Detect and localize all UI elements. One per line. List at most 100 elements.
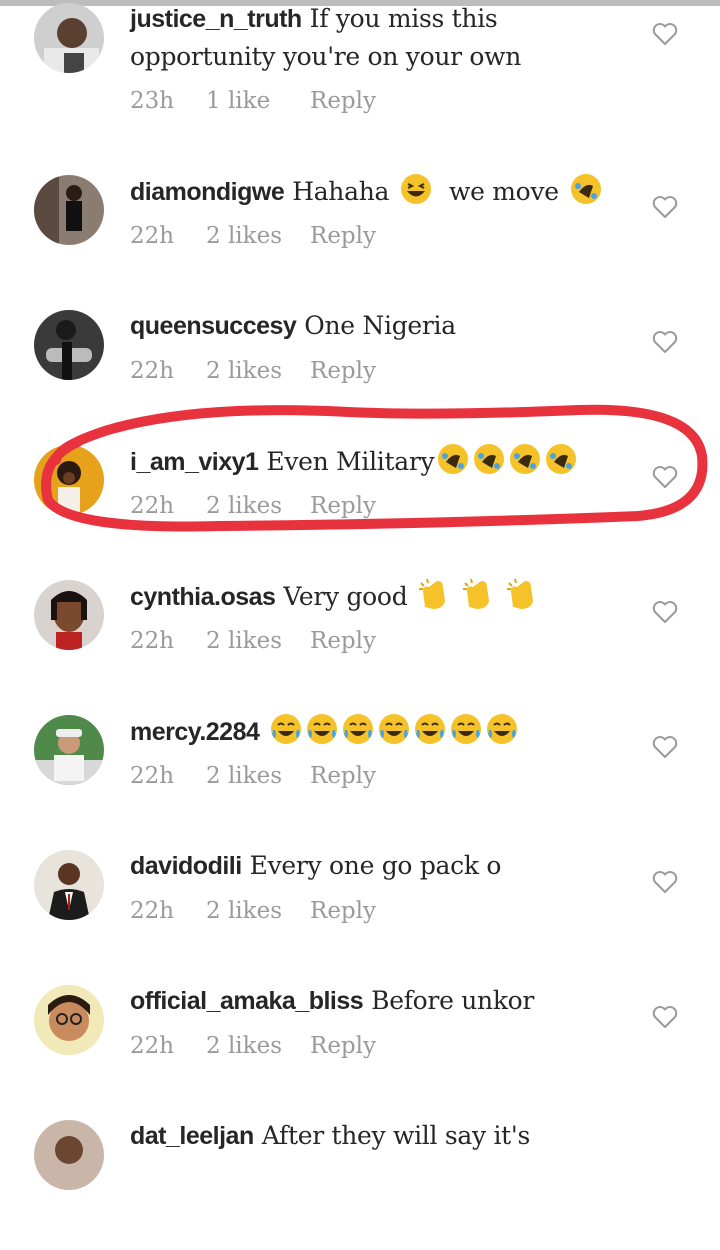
tears-of-joy-emoji xyxy=(377,712,411,746)
comment-text: diamondigwe Hahaha we move xyxy=(130,172,630,211)
comment-text: queensuccesy One Nigeria xyxy=(130,307,630,345)
rofl-emoji xyxy=(508,442,542,476)
comment-timestamp: 22h xyxy=(130,358,175,384)
comment-username[interactable]: queensuccesy xyxy=(130,312,297,340)
comment-item: official_amaka_bliss Before unkor 22h 2 l… xyxy=(0,980,720,1115)
reply-button[interactable]: Reply xyxy=(310,628,376,654)
comment-likes[interactable]: 2 likes xyxy=(206,763,310,789)
comment-meta: 22h 2 likes Reply xyxy=(130,628,376,654)
comment-likes[interactable]: 2 likes xyxy=(206,493,310,519)
comment-username[interactable]: diamondigwe xyxy=(130,178,285,206)
comment-meta: 22h 2 likes Reply xyxy=(130,223,376,249)
comment-meta: 22h 2 likes Reply xyxy=(130,1033,376,1059)
heart-icon[interactable] xyxy=(652,465,678,489)
comment-timestamp: 22h xyxy=(130,493,175,519)
comment-text: i_am_vixy1 Even Military xyxy=(130,442,630,481)
comment-timestamp: 22h xyxy=(130,628,175,654)
comment-likes[interactable]: 2 likes xyxy=(206,628,310,654)
rofl-emoji xyxy=(436,442,470,476)
reply-button[interactable]: Reply xyxy=(310,1033,376,1059)
avatar[interactable] xyxy=(34,1120,104,1190)
comment-username[interactable]: cynthia.osas xyxy=(130,583,276,611)
comment-item: cynthia.osas Very good 22h 2 likes Reply xyxy=(0,575,720,710)
avatar[interactable] xyxy=(34,175,104,245)
comment-item: justice_n_truth If you miss this opportu… xyxy=(0,0,720,135)
avatar[interactable] xyxy=(34,3,104,73)
comment-meta: 22h 2 likes Reply xyxy=(130,763,376,789)
clapping-hands-emoji xyxy=(417,577,451,611)
clapping-hands-emoji xyxy=(505,577,539,611)
heart-icon[interactable] xyxy=(652,870,678,894)
comment-timestamp: 23h xyxy=(130,88,175,114)
comment-body-2: we move xyxy=(448,177,559,206)
reply-button[interactable]: Reply xyxy=(310,763,376,789)
comment-body: Hahaha xyxy=(292,177,390,206)
reply-button[interactable]: Reply xyxy=(310,223,376,249)
comment-item: queensuccesy One Nigeria 22h 2 likes Reply xyxy=(0,305,720,440)
comment-meta: 22h 2 likes Reply xyxy=(130,898,376,924)
comment-item: diamondigwe Hahaha we move 22h 2 likes Rep… xyxy=(0,170,720,305)
comment-meta: 23h 1 like Reply xyxy=(130,88,376,114)
avatar[interactable] xyxy=(34,310,104,380)
tears-of-joy-emoji xyxy=(305,712,339,746)
reply-button[interactable]: Reply xyxy=(310,358,376,384)
tears-of-joy-emoji xyxy=(449,712,483,746)
comment-item: i_am_vixy1 Even Military 22h 2 likes Reply xyxy=(0,440,720,575)
rofl-emoji xyxy=(569,172,603,206)
comment-timestamp: 22h xyxy=(130,223,175,249)
comment-item: dat_leeljan After they will say it's xyxy=(0,1115,720,1250)
comment-meta: 22h 2 likes Reply xyxy=(130,358,376,384)
avatar[interactable] xyxy=(34,445,104,515)
comment-likes[interactable]: 2 likes xyxy=(206,358,310,384)
comment-timestamp: 22h xyxy=(130,763,175,789)
comment-text: cynthia.osas Very good xyxy=(130,577,630,616)
comment-text: mercy.2284 xyxy=(130,712,630,751)
heart-icon[interactable] xyxy=(652,195,678,219)
heart-icon[interactable] xyxy=(652,600,678,624)
reply-button[interactable]: Reply xyxy=(310,493,376,519)
comment-text: davidodili Every one go pack o xyxy=(130,847,630,885)
comment-body: Even Military xyxy=(266,447,435,476)
comment-body: Very good xyxy=(283,582,408,611)
rofl-emoji xyxy=(472,442,506,476)
avatar[interactable] xyxy=(34,850,104,920)
comment-body: If you miss this xyxy=(309,4,498,33)
tears-of-joy-emoji xyxy=(341,712,375,746)
comment-username[interactable]: justice_n_truth xyxy=(130,5,302,33)
comment-timestamp: 22h xyxy=(130,898,175,924)
comment-username[interactable]: i_am_vixy1 xyxy=(130,448,259,476)
comment-body: Every one go pack o xyxy=(249,851,502,880)
comment-username[interactable]: mercy.2284 xyxy=(130,718,260,746)
tears-of-joy-emoji xyxy=(269,712,303,746)
comment-likes[interactable]: 2 likes xyxy=(206,898,310,924)
comment-likes[interactable]: 1 like xyxy=(206,88,310,114)
heart-icon[interactable] xyxy=(652,735,678,759)
comment-meta: 22h 2 likes Reply xyxy=(130,493,376,519)
heart-icon[interactable] xyxy=(652,330,678,354)
tears-of-joy-emoji xyxy=(485,712,519,746)
comment-text: dat_leeljan After they will say it's xyxy=(130,1117,630,1155)
rofl-emoji xyxy=(544,442,578,476)
tears-of-joy-emoji xyxy=(413,712,447,746)
comment-username[interactable]: official_amaka_bliss xyxy=(130,987,364,1015)
reply-button[interactable]: Reply xyxy=(310,88,376,114)
comment-timestamp: 22h xyxy=(130,1033,175,1059)
comment-body-line2: opportunity you're on your own xyxy=(130,42,522,71)
comment-likes[interactable]: 2 likes xyxy=(206,223,310,249)
heart-icon[interactable] xyxy=(652,22,678,46)
heart-icon[interactable] xyxy=(652,1005,678,1029)
comment-likes[interactable]: 2 likes xyxy=(206,1033,310,1059)
reply-button[interactable]: Reply xyxy=(310,898,376,924)
comment-username[interactable]: davidodili xyxy=(130,852,242,880)
clapping-hands-emoji xyxy=(461,577,495,611)
comment-item: davidodili Every one go pack o 22h 2 like… xyxy=(0,845,720,980)
avatar[interactable] xyxy=(34,715,104,785)
comment-username[interactable]: dat_leeljan xyxy=(130,1122,254,1150)
comment-body: One Nigeria xyxy=(304,311,456,340)
comment-text: justice_n_truth If you miss this opportu… xyxy=(130,0,630,76)
avatar[interactable] xyxy=(34,985,104,1055)
laughing-squint-emoji xyxy=(399,172,433,206)
comment-item: mercy.2284 22h 2 likes Reply xyxy=(0,710,720,845)
comment-body: After they will say it's xyxy=(261,1121,531,1150)
avatar[interactable] xyxy=(34,580,104,650)
